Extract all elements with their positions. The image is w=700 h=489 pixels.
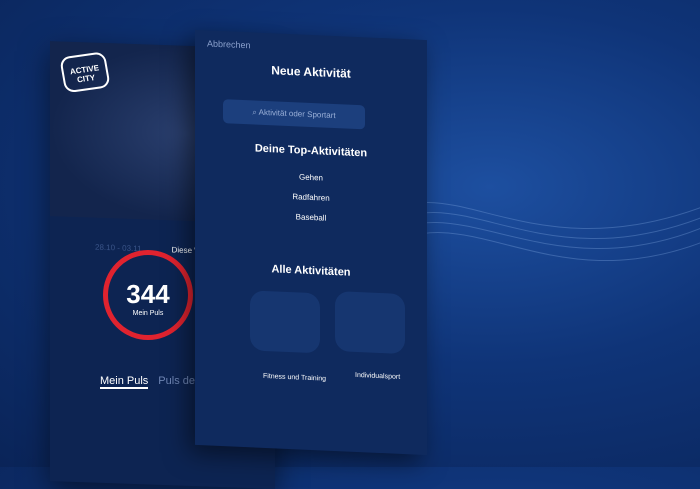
tab-mein-puls[interactable]: Mein Puls	[100, 375, 149, 389]
wave-decoration	[380, 202, 700, 261]
cancel-button[interactable]: Abbrechen	[207, 38, 251, 50]
page-title: Neue Aktivität	[271, 63, 351, 81]
category-label: Individualsport	[355, 371, 401, 381]
top-activities-heading: Deine Top-Aktivitäten	[254, 142, 368, 160]
search-input[interactable]: ⌕ Aktivität oder Sportart	[223, 99, 365, 130]
activity-item[interactable]: Radfahren	[195, 188, 427, 207]
category-label: Fitness und Training	[263, 372, 327, 383]
search-placeholder: Aktivität oder Sportart	[258, 107, 336, 121]
pulse-label: Mein Puls	[132, 310, 164, 317]
new-activity-screen: Abbrechen Neue Aktivität ⌕ Aktivität ode…	[195, 29, 427, 456]
fitness-card[interactable]	[250, 290, 320, 354]
active-city-logo: ACTIVE CITY	[59, 51, 111, 94]
pulse-value: 344	[126, 279, 170, 309]
pulse-ring: 344 Mein Puls	[103, 250, 193, 340]
individual-sport-card[interactable]	[335, 291, 405, 355]
all-activities-heading: Alle Aktivitäten	[271, 263, 351, 279]
activity-item[interactable]: Baseball	[195, 208, 427, 227]
activity-item[interactable]: Gehen	[195, 168, 427, 187]
